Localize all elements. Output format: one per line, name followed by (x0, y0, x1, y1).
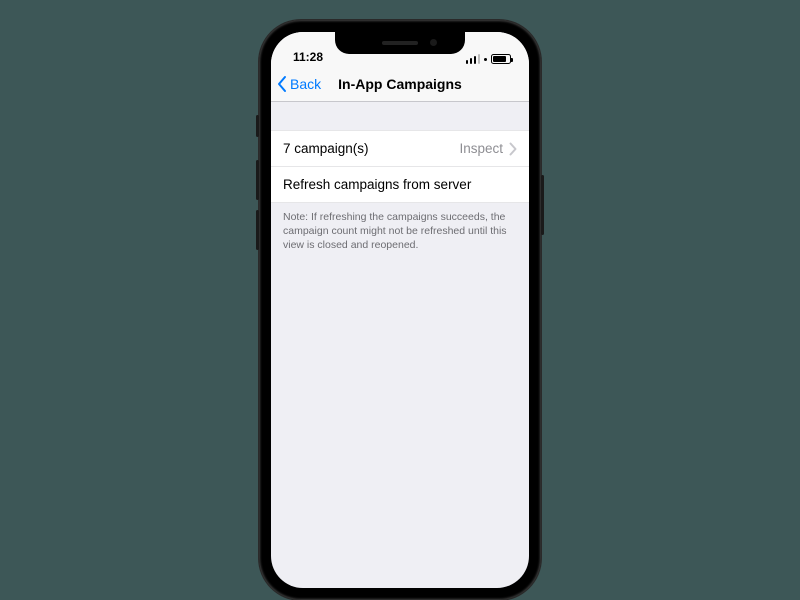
campaigns-detail-label: Inspect (459, 141, 503, 156)
refresh-label: Refresh campaigns from server (283, 177, 471, 192)
refresh-campaigns-row[interactable]: Refresh campaigns from server (271, 167, 529, 203)
phone-screen: 11:28 Back In-App Campaigns 7 campaign(s… (271, 32, 529, 588)
silence-switch-icon (256, 115, 259, 137)
campaigns-row[interactable]: 7 campaign(s) Inspect (271, 131, 529, 167)
status-indicators (466, 54, 512, 64)
power-button (541, 175, 544, 235)
content-area: 7 campaign(s) Inspect Refresh campaigns … (271, 102, 529, 253)
wifi-icon (484, 58, 487, 61)
back-button[interactable]: Back (277, 75, 321, 93)
speaker-icon (382, 41, 418, 45)
volume-down-button (256, 210, 259, 250)
chevron-left-icon (277, 75, 288, 93)
notch (335, 32, 465, 54)
phone-frame: 11:28 Back In-App Campaigns 7 campaign(s… (259, 20, 541, 600)
navigation-bar: Back In-App Campaigns (271, 66, 529, 102)
chevron-right-icon (509, 142, 517, 156)
volume-up-button (256, 160, 259, 200)
cellular-signal-icon (466, 54, 481, 64)
status-time: 11:28 (293, 50, 323, 64)
battery-icon (491, 54, 511, 64)
back-label: Back (290, 76, 321, 92)
campaigns-count-label: 7 campaign(s) (283, 141, 369, 156)
footer-note: Note: If refreshing the campaigns succee… (271, 203, 529, 253)
camera-icon (430, 39, 437, 46)
